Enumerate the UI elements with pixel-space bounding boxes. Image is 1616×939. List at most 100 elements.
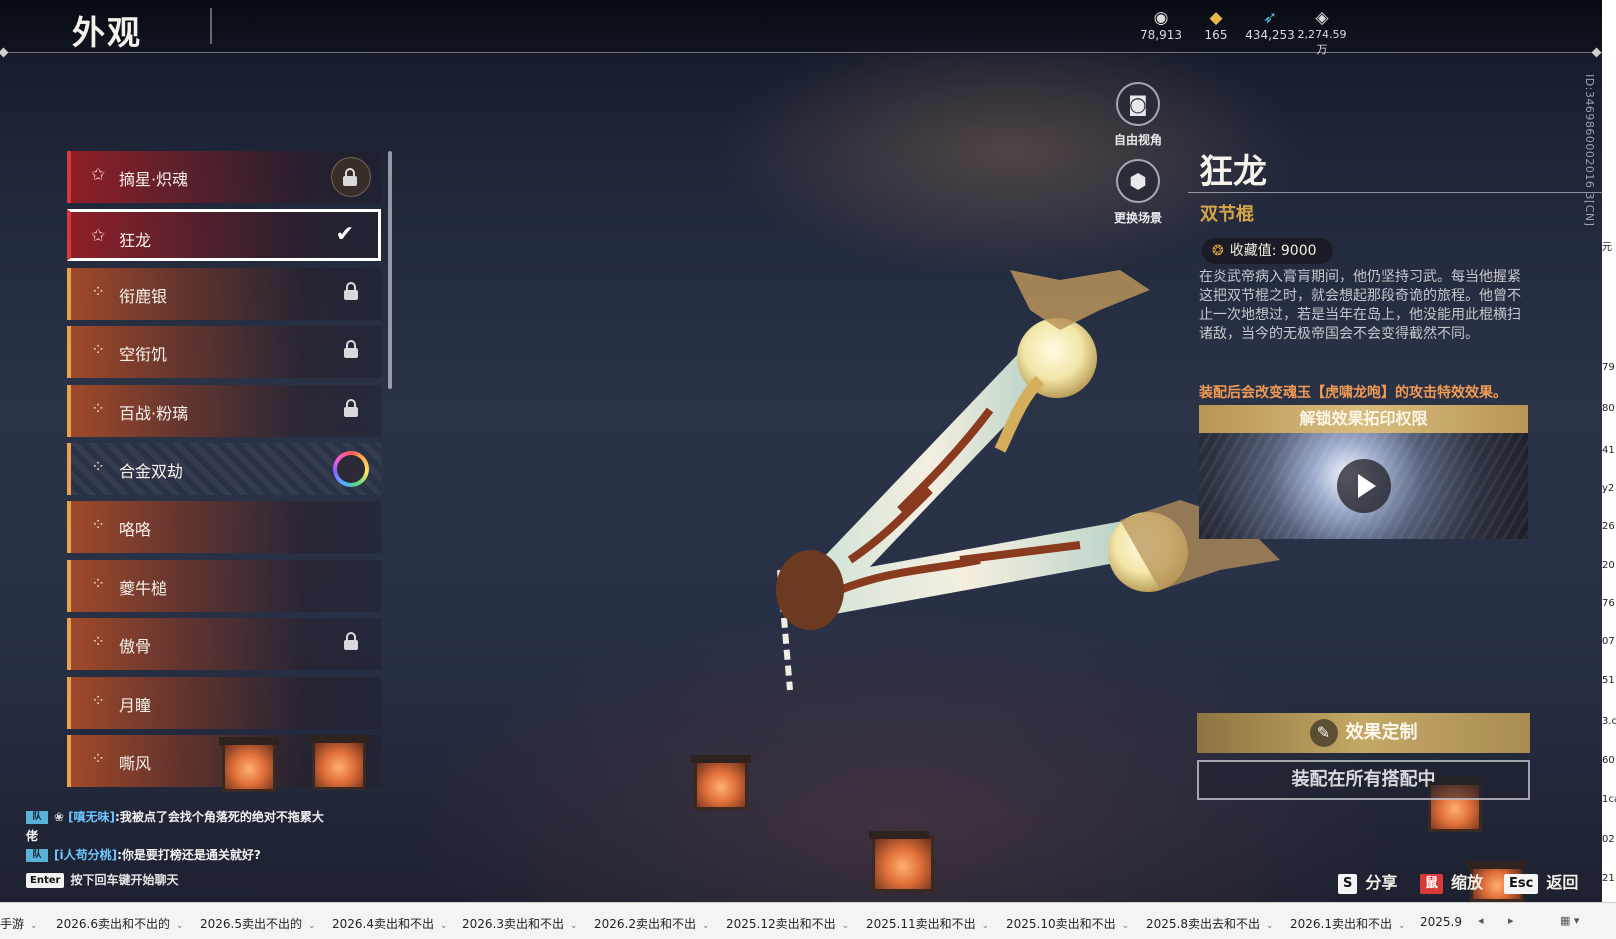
skin-list-item[interactable]: ⁘ 空衔饥: [67, 326, 381, 378]
play-icon[interactable]: [1337, 459, 1391, 513]
effect-note: 装配后会改变魂玉【虎啸龙咆】的攻击特效效果。: [1199, 385, 1507, 401]
sheet-tab[interactable]: 2025.11卖出和不出 ⌄: [866, 915, 989, 932]
chevron-down-icon[interactable]: ⌄: [702, 921, 710, 931]
item-name: 狂龙: [1199, 152, 1267, 192]
chevron-down-icon[interactable]: ⌄: [176, 921, 184, 931]
effect-preview-video[interactable]: [1199, 433, 1528, 539]
background-cell-text: y2: [1602, 483, 1615, 494]
share-hint[interactable]: S 分享: [1338, 869, 1397, 894]
skin-list-item[interactable]: ⁘ 衔鹿银: [67, 268, 381, 320]
chevron-down-icon[interactable]: ⌄: [30, 921, 38, 931]
skin-name: 月瞳: [119, 696, 152, 715]
equip-all-button[interactable]: 装配在所有搭配中: [1197, 760, 1530, 800]
lock-icon: [342, 168, 358, 188]
chat-speaker[interactable]: [i人苟分桃]: [54, 848, 117, 862]
enter-key-icon: Enter: [26, 873, 65, 888]
team-tag-icon: 队: [26, 811, 48, 824]
sheet-tab[interactable]: 2026.3卖出和不出 ⌄: [462, 915, 578, 932]
currency-coin[interactable]: ◉ 78,913: [1139, 8, 1183, 42]
top-bar: [0, 0, 1602, 54]
sheet-tab[interactable]: 2026.4卖出和不出 ⌄: [332, 915, 448, 932]
skin-list-item[interactable]: ⁘ 合金双劫: [67, 443, 381, 495]
sheet-tab-label: 2026.1卖出和不出: [1290, 917, 1392, 931]
esc-key: Esc: [1504, 873, 1539, 894]
background-cell-text: 80: [1602, 403, 1615, 414]
sheet-tab-label: 2026.4卖出和不出: [332, 917, 434, 931]
skin-list-item[interactable]: ⁘ 月瞳: [67, 677, 381, 729]
currency-coin-value: 78,913: [1140, 28, 1182, 42]
change-scene-button[interactable]: ⬢: [1116, 159, 1160, 203]
cross-icon: ⁘: [91, 399, 106, 419]
item-name-underline: [1188, 192, 1602, 193]
lantern: [691, 755, 751, 810]
game-viewport: 外观 ◉ 78,913 ◆ 165 ➶ 434,253 ◈ 2,274.59万 …: [0, 0, 1602, 902]
sheet-tab[interactable]: 2026.6卖出和不出的 ⌄: [56, 915, 184, 932]
skin-list-item[interactable]: ✩ 摘星·炽魂: [67, 151, 381, 203]
currency-gem[interactable]: ◈ 2,274.59万: [1295, 8, 1349, 57]
item-type: 双节棍: [1200, 204, 1254, 225]
background-cell-text: 21: [1602, 873, 1615, 884]
background-app-strip: 元 79 80 41 y2 26 20 76 07 51 3.c 60 1ca 02 21: [1602, 0, 1616, 902]
sheet-tab-label: 2025.8卖出去和不出: [1146, 917, 1260, 931]
collection-value: 收藏值: 9000: [1229, 243, 1317, 259]
background-cell-text: 60: [1602, 755, 1615, 766]
skin-name: 嘶风: [119, 754, 152, 773]
chat-speaker[interactable]: [嗔无味]: [68, 810, 115, 824]
skin-list-scrollbar[interactable]: [388, 151, 392, 389]
skin-list-item[interactable]: ⁘ 百战·粉璃: [67, 385, 381, 437]
skin-list[interactable]: ✩ 摘星·炽魂 ✩ 狂龙 ✔ ⁘ 衔鹿银 ⁘ 空衔饥 ⁘ 百战·粉璃 ⁘ 合金双劫 ⁘ 咯咯 ⁘ 夔牛槌 ⁘ 傲骨 ⁘…: [67, 151, 382, 801]
item-description: 在炎武帝病入膏肓期间，他仍坚持习武。每当他握紧这把双节棍之时，就会想起那段奇诡的…: [1199, 269, 1521, 342]
currency-gem-value: 2,274.59万: [1297, 28, 1347, 56]
unlock-effect-title: 解锁效果拓印权限: [1199, 405, 1528, 433]
sheet-tab-label: 2026.5卖出不出的: [200, 917, 302, 931]
chevron-down-icon[interactable]: ⌄: [308, 921, 316, 931]
sheet-tab[interactable]: 2025.8卖出去和不出 ⌄: [1146, 915, 1274, 932]
sheet-tab[interactable]: 2025.9: [1420, 915, 1462, 929]
chat-panel[interactable]: 队 ❀ [嗔无味]:我被点了会找个角落死的绝对不拖累大佬 队 [i人苟分桃]:你是要打…: [26, 808, 326, 865]
chevron-down-icon[interactable]: ⌄: [570, 921, 578, 931]
skin-name: 空衔饥: [119, 345, 168, 364]
chevron-down-icon[interactable]: ⌄: [1266, 921, 1274, 931]
back-hint[interactable]: Esc 返回: [1504, 869, 1578, 894]
skin-list-item[interactable]: ⁘ 夔牛槌: [67, 560, 381, 612]
star-icon: ✩: [91, 226, 106, 246]
skin-name: 摘星·炽魂: [119, 170, 189, 189]
chat-message: 队 ❀ [嗔无味]:我被点了会找个角落死的绝对不拖累大佬: [26, 808, 326, 846]
sheet-tab[interactable]: 2026.2卖出和不出 ⌄: [594, 915, 710, 932]
chevron-down-icon[interactable]: ⌄: [1122, 921, 1130, 931]
collection-value-badge: ❂ 收藏值: 9000: [1202, 238, 1333, 264]
sheet-tab[interactable]: 2025.10卖出和不出 ⌄: [1006, 915, 1129, 932]
sheet-tab[interactable]: 手游 ⌄: [0, 915, 38, 932]
unlock-effect-panel[interactable]: 解锁效果拓印权限: [1199, 405, 1528, 539]
currency-feather[interactable]: ➶ 434,253: [1245, 8, 1295, 42]
skin-name: 夔牛槌: [119, 579, 168, 598]
cross-icon: ⁘: [91, 515, 106, 535]
coin-icon: ◉: [1153, 8, 1169, 28]
top-bar-divider: [0, 52, 1602, 53]
prev-tab-icon[interactable]: ◂: [1478, 914, 1484, 927]
sheet-tab[interactable]: 2026.5卖出不出的 ⌄: [200, 915, 316, 932]
skin-list-item[interactable]: ⁘ 傲骨: [67, 618, 381, 670]
background-cell-text: 3.c: [1602, 716, 1616, 727]
sheet-tab-bar: ◂ ▸ ▦ ▾ 手游 ⌄ 2026.6卖出和不出的 ⌄ 2026.5卖出不出的 ⌄ 2026…: [0, 902, 1616, 939]
share-label: 分享: [1365, 873, 1398, 892]
customize-effect-button[interactable]: ✎ 效果定制: [1197, 713, 1530, 753]
chevron-down-icon[interactable]: ⌄: [440, 921, 448, 931]
chevron-down-icon[interactable]: ⌄: [842, 921, 850, 931]
chevron-down-icon[interactable]: ⌄: [1398, 921, 1406, 931]
chat-input-hint[interactable]: Enter 按下回车键开始聊天: [26, 871, 178, 888]
grid-icon[interactable]: ▦ ▾: [1560, 914, 1579, 927]
sheet-tab[interactable]: 2026.1卖出和不出 ⌄: [1290, 915, 1406, 932]
star-icon: ✩: [91, 165, 106, 185]
camera-icon: ◙: [1128, 92, 1148, 116]
next-tab-icon[interactable]: ▸: [1508, 914, 1514, 927]
zoom-hint[interactable]: 鼠缩放: [1420, 869, 1483, 894]
free-view-button[interactable]: ◙: [1116, 82, 1160, 126]
skin-list-item[interactable]: ⁘ 咯咯: [67, 501, 381, 553]
currency-ticket[interactable]: ◆ 165: [1196, 8, 1236, 42]
sheet-tab[interactable]: 2025.12卖出和不出 ⌄: [726, 915, 849, 932]
chevron-down-icon[interactable]: ⌄: [982, 921, 990, 931]
team-tag-icon: 队: [26, 849, 48, 862]
skin-list-item[interactable]: ✩ 狂龙 ✔: [67, 209, 381, 261]
share-key: S: [1338, 873, 1358, 894]
